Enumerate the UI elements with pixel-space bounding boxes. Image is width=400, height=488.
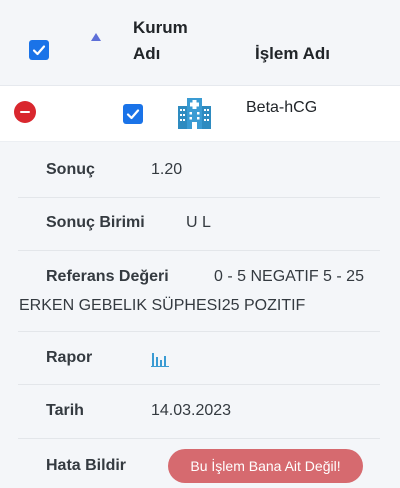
- divider: [18, 331, 380, 332]
- sort-asc-icon[interactable]: [91, 33, 101, 41]
- procedure-name: Beta-hCG: [246, 99, 318, 116]
- divider: [18, 250, 380, 251]
- sonuc-birimi-label: Sonuç Birimi: [46, 214, 145, 231]
- hospital-building-icon: [178, 98, 211, 129]
- divider: [18, 438, 380, 439]
- sonuc-birimi-value: U L: [186, 214, 211, 231]
- sonuc-label: Sonuç: [46, 161, 95, 178]
- hata-bildir-label: Hata Bildir: [46, 457, 127, 474]
- referans-degeri-value-line2: ERKEN GEBELIK SÜPHESI25 POZITIF: [19, 297, 306, 314]
- tarih-value: 14.03.2023: [151, 402, 232, 419]
- check-icon: [126, 109, 140, 120]
- sonuc-value: 1.20: [151, 161, 183, 178]
- row-checkbox[interactable]: [123, 104, 143, 124]
- check-icon: [32, 45, 46, 56]
- column-header-islem[interactable]: İşlem Adı: [255, 44, 330, 64]
- column-header-kurum-line2[interactable]: Adı: [133, 44, 160, 64]
- report-not-mine-button[interactable]: Bu İşlem Bana Ait Değil!: [168, 449, 363, 483]
- table-header: [0, 0, 400, 86]
- minus-icon: [20, 110, 30, 114]
- referans-degeri-value-line1: 0 - 5 NEGATIF 5 - 25: [214, 268, 364, 285]
- tarih-label: Tarih: [46, 402, 84, 419]
- column-header-kurum-line1[interactable]: Kurum: [133, 18, 188, 38]
- rapor-label: Rapor: [46, 349, 93, 366]
- divider: [18, 384, 380, 385]
- divider: [18, 197, 380, 198]
- referans-degeri-label: Referans Değeri: [46, 268, 169, 285]
- row-detail-panel: [0, 142, 400, 488]
- collapse-row-button[interactable]: [14, 101, 36, 123]
- select-all-checkbox[interactable]: [29, 40, 49, 60]
- bar-chart-icon[interactable]: [151, 349, 169, 367]
